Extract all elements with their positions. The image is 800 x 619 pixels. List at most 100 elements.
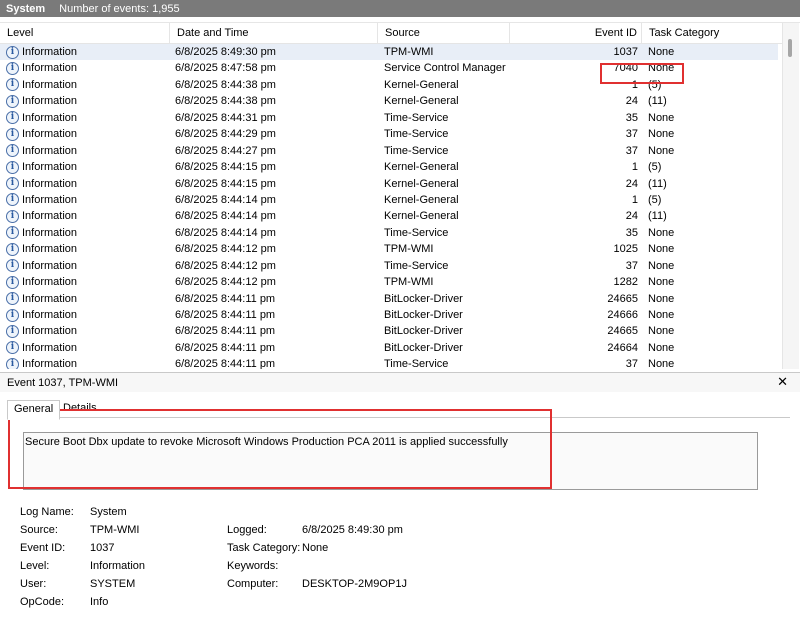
table-row[interactable]: i Information 6/8/2025 8:44:11 pm BitLocker…: [0, 307, 778, 323]
date-cell: 6/8/2025 8:44:14 pm: [175, 210, 276, 223]
event-message[interactable]: Secure Boot Dbx update to revoke Microso…: [23, 432, 758, 490]
level-text: Information: [22, 243, 78, 256]
source-cell: Time-Service: [384, 358, 449, 369]
task-category-cell: None: [648, 111, 675, 124]
column-header-source[interactable]: Source: [378, 23, 510, 43]
event-detail-title: Event 1037, TPM-WMI: [7, 376, 119, 389]
level-cell: i Information: [6, 110, 77, 126]
task-category-cell: None: [648, 341, 675, 354]
source-value: TPM-WMI: [90, 524, 140, 536]
table-row[interactable]: i Information 6/8/2025 8:44:38 pm Kernel-Ge…: [0, 77, 778, 93]
task-category-cell: (5): [648, 193, 662, 206]
source-cell: Kernel-General: [384, 210, 459, 223]
source-cell: BitLocker-Driver: [384, 309, 463, 321]
level-text: Information: [22, 259, 78, 272]
level-cell: i Information: [6, 307, 77, 323]
close-icon[interactable]: ✕: [777, 374, 788, 390]
source-cell: Time-Service: [384, 226, 449, 239]
source-cell: Service Control Manager: [384, 62, 506, 75]
task-category-cell: (11): [648, 95, 667, 108]
task-category-cell: None: [648, 276, 675, 289]
level-text: Information: [22, 95, 78, 108]
information-icon: i: [6, 111, 19, 125]
information-icon: i: [6, 324, 19, 338]
table-row[interactable]: i Information 6/8/2025 8:44:15 pm Kernel-Ge…: [0, 176, 778, 192]
table-row[interactable]: i Information 6/8/2025 8:44:12 pm TPM-WMI 12…: [0, 274, 778, 290]
task-category-cell: (5): [648, 78, 662, 91]
table-row[interactable]: i Information 6/8/2025 8:44:38 pm Kernel-Ge…: [0, 93, 778, 109]
level-text: Information: [22, 210, 78, 223]
table-row[interactable]: i Information 6/8/2025 8:44:29 pm Time-Serv…: [0, 126, 778, 142]
event-id-cell: 24: [625, 210, 638, 223]
grid-header: Level Date and Time Source Event ID Task…: [0, 23, 782, 44]
table-row[interactable]: i Information 6/8/2025 8:44:31 pm Time-Serv…: [0, 110, 778, 126]
event-detail-pane: General Details Secure Boot Dbx update t…: [0, 392, 800, 619]
date-cell: 6/8/2025 8:44:11 pm: [175, 358, 276, 369]
table-row[interactable]: i Information 6/8/2025 8:44:14 pm Kernel-Ge…: [0, 192, 778, 208]
table-row[interactable]: i Information 6/8/2025 8:44:14 pm Time-Serv…: [0, 225, 778, 241]
task-category-cell: (11): [648, 210, 667, 223]
event-id-cell: 1: [631, 78, 638, 91]
date-cell: 6/8/2025 8:44:38 pm: [175, 95, 276, 108]
table-row[interactable]: i Information 6/8/2025 8:44:11 pm BitLocker…: [0, 340, 778, 356]
table-row[interactable]: i Information 6/8/2025 8:49:30 pm TPM-WMI 10…: [0, 44, 778, 61]
opcode-value: Info: [90, 596, 109, 608]
table-row[interactable]: i Information 6/8/2025 8:44:11 pm Time-Serv…: [0, 356, 778, 369]
vertical-scrollbar[interactable]: [782, 23, 799, 369]
information-icon: i: [6, 193, 19, 207]
table-row[interactable]: i Information 6/8/2025 8:44:27 pm Time-Serv…: [0, 143, 778, 159]
column-header-date[interactable]: Date and Time: [170, 23, 378, 43]
source-cell: Kernel-General: [384, 95, 459, 108]
table-row[interactable]: i Information 6/8/2025 8:47:58 pm Service C…: [0, 60, 778, 76]
task-category-cell: None: [648, 144, 675, 157]
table-row[interactable]: i Information 6/8/2025 8:44:14 pm Kernel-Ge…: [0, 208, 778, 224]
tab-general[interactable]: General: [7, 400, 61, 420]
date-cell: 6/8/2025 8:44:15 pm: [175, 161, 276, 174]
date-cell: 6/8/2025 8:44:38 pm: [175, 78, 276, 91]
event-detail-header: Event 1037, TPM-WMI ✕: [0, 372, 800, 393]
level-cell: i Information: [6, 340, 77, 356]
table-row[interactable]: i Information 6/8/2025 8:44:12 pm Time-Serv…: [0, 258, 778, 274]
task-category-cell: (5): [648, 161, 662, 174]
event-id-cell: 24: [625, 95, 638, 108]
event-id-cell: 7040: [613, 62, 638, 75]
event-id-cell: 35: [625, 226, 638, 239]
information-icon: i: [6, 226, 19, 240]
event-id-cell: 24664: [607, 341, 638, 354]
level-text: Information: [22, 341, 78, 354]
keywords-label: Keywords:: [227, 560, 279, 572]
level-text: Information: [22, 46, 78, 58]
information-icon: i: [6, 357, 19, 369]
source-cell: BitLocker-Driver: [384, 292, 463, 305]
date-cell: 6/8/2025 8:44:15 pm: [175, 177, 276, 190]
table-row[interactable]: i Information 6/8/2025 8:44:11 pm BitLocker…: [0, 291, 778, 307]
log-titlebar: System Number of events: 1,955: [0, 0, 800, 17]
grid-rows: i Information 6/8/2025 8:49:30 pm TPM-WMI 10…: [0, 44, 782, 369]
source-cell: Kernel-General: [384, 78, 459, 91]
information-icon: i: [6, 61, 19, 75]
level-text: Information: [22, 177, 78, 190]
tab-details[interactable]: Details: [57, 400, 103, 418]
column-header-task-category[interactable]: Task Category: [642, 23, 782, 43]
information-icon: i: [6, 275, 19, 289]
column-header-event-id[interactable]: Event ID: [510, 23, 642, 43]
date-cell: 6/8/2025 8:44:31 pm: [175, 111, 276, 124]
table-row[interactable]: i Information 6/8/2025 8:44:11 pm BitLocker…: [0, 323, 778, 339]
event-id-cell: 24665: [607, 325, 638, 338]
logged-label: Logged:: [227, 524, 267, 536]
level-cell: i Information: [6, 356, 77, 369]
log-name-label: Log Name:: [20, 506, 74, 518]
source-cell: Time-Service: [384, 128, 449, 141]
scrollbar-thumb[interactable]: [788, 39, 792, 57]
date-cell: 6/8/2025 8:44:11 pm: [175, 309, 276, 321]
information-icon: i: [6, 45, 19, 59]
task-category-cell: None: [648, 358, 675, 369]
column-header-level[interactable]: Level: [0, 23, 170, 43]
table-row[interactable]: i Information 6/8/2025 8:44:15 pm Kernel-Ge…: [0, 159, 778, 175]
information-icon: i: [6, 259, 19, 273]
level-cell: i Information: [6, 241, 77, 257]
event-id-cell: 37: [625, 259, 638, 272]
table-row[interactable]: i Information 6/8/2025 8:44:12 pm TPM-WMI 10…: [0, 241, 778, 257]
date-cell: 6/8/2025 8:47:58 pm: [175, 62, 276, 75]
level-text: Information: [22, 161, 78, 174]
